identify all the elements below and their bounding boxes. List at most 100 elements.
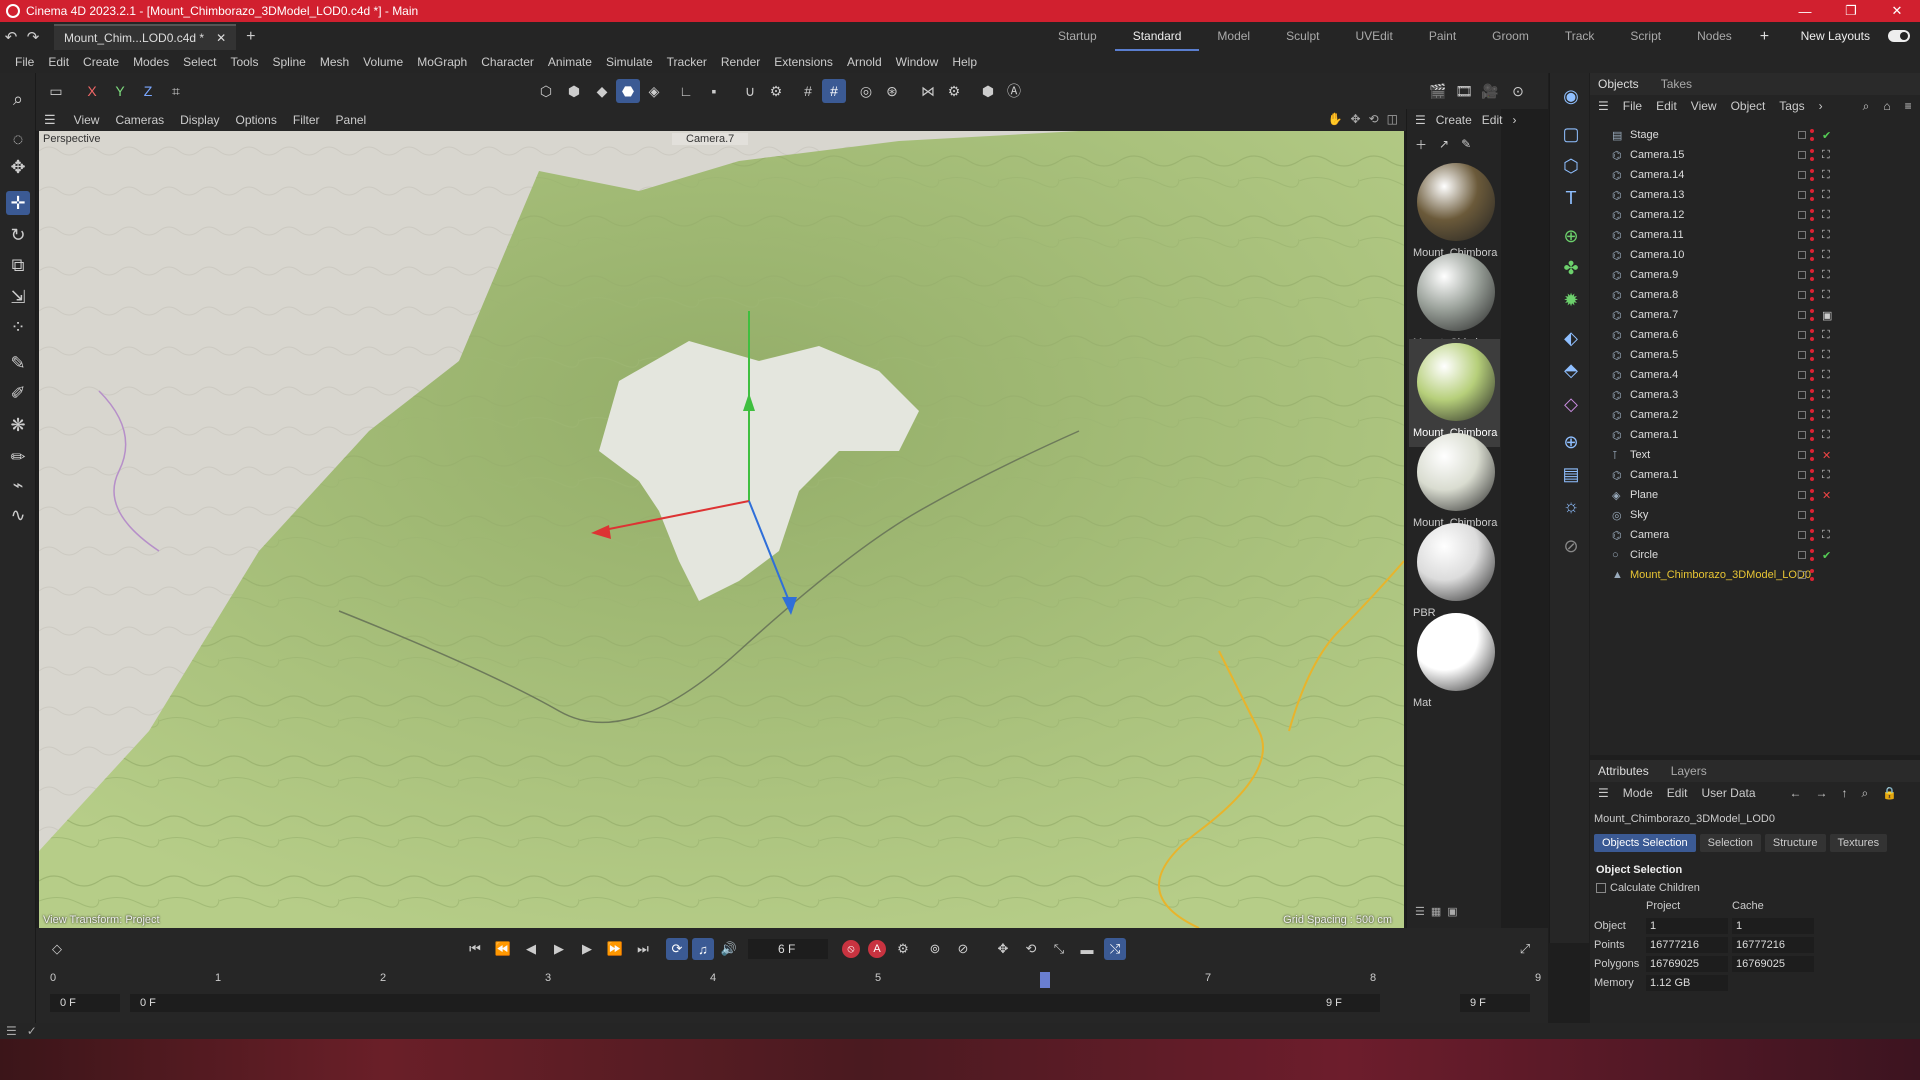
layer-checkbox[interactable] [1798,231,1806,239]
chevron-right-icon[interactable]: › [1819,99,1823,113]
cube-icon[interactable]: ⬡ [1558,153,1584,179]
arrow-icon[interactable]: ↗ [1439,137,1449,151]
menu-animate[interactable]: Animate [541,55,599,69]
render-settings-icon[interactable]: 🎥 [1478,79,1502,103]
object-row[interactable]: ⌬ Camera.6 ⛶ [1600,325,1915,345]
object-row[interactable]: ⌬ Camera.12 ⛶ [1600,205,1915,225]
add-document-button[interactable]: + [246,28,255,46]
calculate-children-row[interactable]: Calculate Children [1596,882,1920,894]
menu-window[interactable]: Window [889,55,946,69]
chevron-right-icon[interactable]: › [1512,113,1516,127]
render-region-icon[interactable]: ⬢ [976,79,1000,103]
object-menu-view[interactable]: View [1691,99,1717,113]
layer-checkbox[interactable] [1798,371,1806,379]
object-row[interactable]: ○ Circle ✔ [1600,545,1915,565]
transfer-tool-icon[interactable]: ⇲ [6,285,30,309]
new-layouts-toggle[interactable] [1888,30,1910,42]
object-row[interactable]: ⌬ Camera.14 ⛶ [1600,165,1915,185]
object-row[interactable]: ⌬ Camera.4 ⛶ [1600,365,1915,385]
object-tag[interactable]: ⛶ [1822,189,1830,202]
goto-start-icon[interactable]: ⏮ [464,938,486,960]
range-end-field[interactable]: 9 F [1316,994,1386,1012]
param-key-icon[interactable]: ▬ [1076,938,1098,960]
frame-ruler[interactable]: 0123456789 [50,972,1541,992]
visibility-dots[interactable] [1810,209,1815,221]
layer-checkbox[interactable] [1798,471,1806,479]
layout-tab-model[interactable]: Model [1199,22,1268,51]
tab-layers[interactable]: Layers [1671,764,1707,778]
orbit-icon[interactable]: ⟲ [1369,112,1379,126]
object-row[interactable]: ⌬ Camera.3 ⛶ [1600,385,1915,405]
coordinate-system-icon[interactable]: ⌗ [164,79,188,103]
text-create-icon[interactable]: T [1558,185,1584,211]
spline-pen-icon[interactable]: ✎ [6,351,30,375]
range-start-field[interactable]: 0 F [130,994,1380,1012]
visibility-dots[interactable] [1810,129,1815,141]
layout-tab-sculpt[interactable]: Sculpt [1268,22,1337,51]
layout-tab-track[interactable]: Track [1547,22,1613,51]
visibility-dots[interactable] [1810,169,1815,181]
object-tag[interactable]: ⛶ [1822,289,1830,302]
object-tag[interactable]: ✔ [1822,549,1831,562]
menu-file[interactable]: File [8,55,41,69]
pan-icon[interactable]: ✋ [1328,112,1343,126]
generator-icon[interactable]: ⊕ [1558,223,1584,249]
material-hamburger-icon[interactable]: ☰ [1415,113,1426,127]
next-key-icon[interactable]: ⏩ [604,938,626,960]
object-row[interactable]: ⌬ Camera.15 ⛶ [1600,145,1915,165]
layer-checkbox[interactable] [1798,291,1806,299]
object-row[interactable]: ⌬ Camera.10 ⛶ [1600,245,1915,265]
object-row[interactable]: ⌬ Camera ⛶ [1600,525,1915,545]
layout-tab-paint[interactable]: Paint [1411,22,1474,51]
document-tab[interactable]: Mount_Chim...LOD0.c4d * ✕ [54,23,237,50]
field-icon[interactable]: ⬖ [1558,325,1584,351]
tab-objects[interactable]: Objects [1598,77,1639,91]
key-settings-icon[interactable]: ⚙ [892,938,914,960]
layout-tab-script[interactable]: Script [1612,22,1679,51]
maximize-view-icon[interactable]: ◫ [1387,112,1398,126]
object-row[interactable]: ⌬ Camera.11 ⛶ [1600,225,1915,245]
visibility-dots[interactable] [1810,449,1815,461]
autokey-icon[interactable]: A [866,938,888,960]
x-axis-lock[interactable]: X [80,79,104,103]
object-hamburger-icon[interactable]: ☰ [1598,99,1609,113]
subtab-selection[interactable]: Selection [1699,834,1761,852]
layer-checkbox[interactable] [1798,171,1806,179]
material-menu-edit[interactable]: Edit [1482,113,1503,127]
object-row[interactable]: ▲ Mount_Chimborazo_3DModel_LOD0 [1600,565,1915,585]
layer-checkbox[interactable] [1798,491,1806,499]
object-tag[interactable]: ⛶ [1822,469,1830,482]
render-view-icon[interactable]: 🎬 [1426,79,1450,103]
menu-mesh[interactable]: Mesh [313,55,356,69]
layout-tab-standard[interactable]: Standard [1114,22,1200,51]
scale-tool-icon[interactable]: ✥ [6,155,30,179]
document-tab-close-icon[interactable]: ✕ [216,31,226,45]
snap-settings-icon[interactable]: ⚙ [764,79,788,103]
workplane-icon[interactable]: # [822,79,846,103]
subtab-textures[interactable]: Textures [1829,834,1888,852]
new-layouts-button[interactable]: New Layouts [1801,22,1870,51]
knife-icon[interactable]: ⌁ [6,473,30,497]
forward-arrow-icon[interactable]: → [1816,786,1828,800]
layer-checkbox[interactable] [1798,331,1806,339]
object-row[interactable]: ⌬ Camera.9 ⛶ [1600,265,1915,285]
object-row[interactable]: ⌬ Camera.8 ⛶ [1600,285,1915,305]
object-tag[interactable]: ⛶ [1822,529,1830,542]
visibility-dots[interactable] [1810,389,1815,401]
object-tag[interactable]: ⛶ [1822,429,1830,442]
layer-checkbox[interactable] [1798,391,1806,399]
mesh-mode-icon[interactable]: ⬢ [562,79,586,103]
layout-tab-nodes[interactable]: Nodes [1679,22,1750,51]
viewport-menu-panel[interactable]: Panel [328,113,375,127]
keyframe-selection-icon[interactable]: ⊚ [924,938,946,960]
scale-box-icon[interactable]: ⧉ [6,253,30,277]
material-manager-icon[interactable]: ⊙ [1506,79,1530,103]
material-swatch[interactable]: Mat [1409,609,1500,717]
null-object-icon[interactable]: ▢ [1558,121,1584,147]
minimize-button[interactable]: — [1782,4,1828,19]
up-arrow-icon[interactable]: ↑ [1842,786,1848,800]
object-row[interactable]: ⌬ Camera.2 ⛶ [1600,405,1915,425]
visibility-dots[interactable] [1810,149,1815,161]
menu-arnold[interactable]: Arnold [840,55,889,69]
start-frame-field[interactable]: 0 F [50,994,120,1012]
